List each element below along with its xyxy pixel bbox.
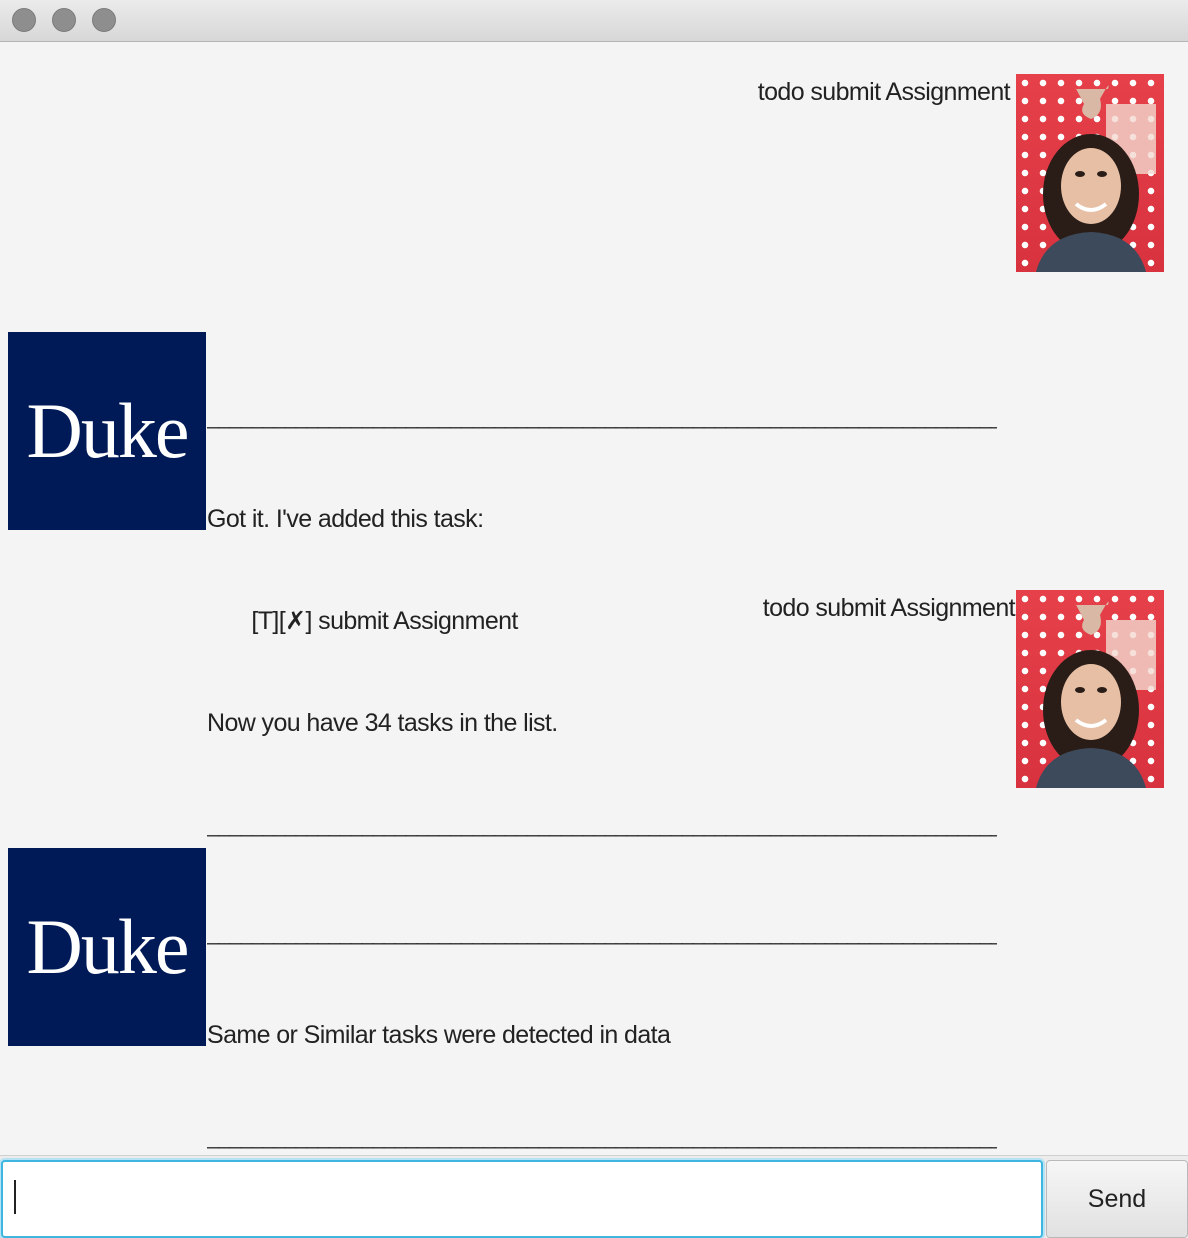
user-message-text: todo submit Assignment — [757, 78, 1011, 106]
duke-avatar: Duke — [8, 332, 206, 530]
duke-avatar: Duke — [8, 848, 206, 1046]
dialog-container[interactable]: todo submit Assignment Duke ____________… — [0, 43, 1188, 1155]
message-line: Same or Similar tasks were detected in d… — [207, 1021, 671, 1049]
message-line: Got it. I've added this task: — [207, 505, 484, 533]
user-avatar — [1016, 590, 1164, 788]
user-dialog-box: todo submit Assignment — [0, 590, 1188, 788]
user-avatar — [1016, 74, 1164, 272]
close-window-button[interactable] — [12, 8, 36, 32]
separator-line: ________________________________________… — [207, 812, 997, 837]
separator-line: ________________________________________… — [207, 920, 997, 945]
duke-logo-text: Duke — [26, 903, 190, 990]
duke-dialog-box: Duke ___________________________________… — [0, 332, 1188, 837]
separator-line: ________________________________________… — [207, 1124, 997, 1149]
duke-logo-text: Duke — [26, 387, 190, 474]
text-caret — [14, 1180, 16, 1214]
duke-dialog-box: Duke ___________________________________… — [0, 848, 1188, 1149]
minimize-window-button[interactable] — [52, 8, 76, 32]
separator-line: ________________________________________… — [207, 404, 997, 429]
user-input-field[interactable] — [1, 1160, 1043, 1238]
user-message-text: todo submit Assignment — [762, 594, 1016, 622]
window-titlebar — [0, 0, 1188, 42]
input-bar: Send — [0, 1155, 1188, 1238]
zoom-window-button[interactable] — [92, 8, 116, 32]
user-dialog-box: todo submit Assignment — [0, 74, 1188, 272]
send-button[interactable]: Send — [1046, 1160, 1188, 1238]
